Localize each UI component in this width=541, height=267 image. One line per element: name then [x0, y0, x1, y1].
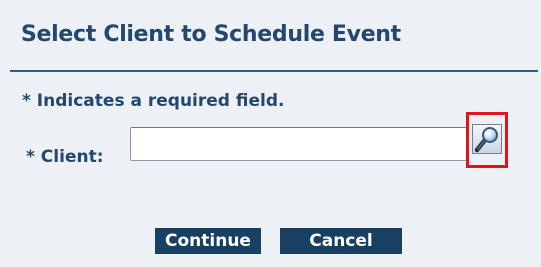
select-client-dialog: Select Client to Schedule Event * Indica…: [0, 0, 541, 267]
client-search-button[interactable]: [472, 124, 502, 154]
client-label: * Client:: [26, 147, 104, 167]
dialog-title: Select Client to Schedule Event: [21, 22, 401, 47]
cancel-button[interactable]: Cancel: [280, 228, 402, 254]
required-field-note: * Indicates a required field.: [22, 91, 285, 111]
magnifier-icon: [474, 127, 498, 153]
title-divider: [10, 70, 538, 72]
client-input[interactable]: [130, 127, 467, 161]
continue-button[interactable]: Continue: [155, 228, 261, 254]
